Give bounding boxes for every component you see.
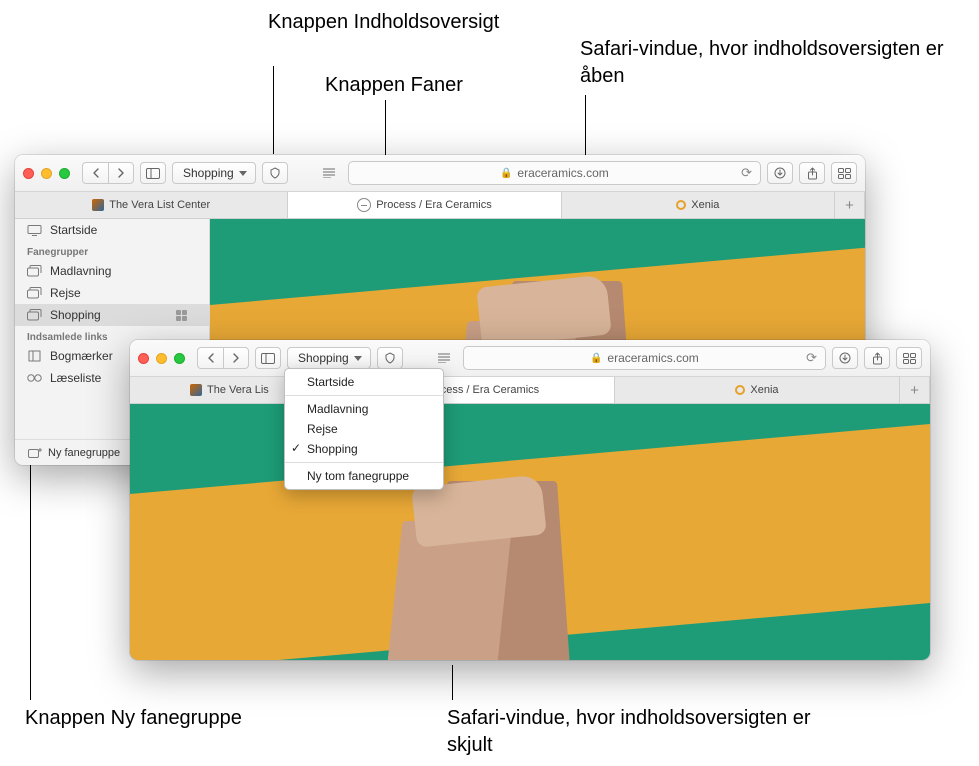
sidebar-item-group[interactable]: Shopping bbox=[15, 304, 209, 326]
dropdown-item-group[interactable]: Rejse bbox=[285, 419, 443, 439]
back-button[interactable] bbox=[197, 347, 223, 369]
callout-line bbox=[30, 460, 31, 700]
back-button[interactable] bbox=[82, 162, 108, 184]
zoom-window-button[interactable] bbox=[174, 353, 185, 364]
dropdown-item-new-empty[interactable]: Ny tom fanegruppe bbox=[285, 466, 443, 486]
minimize-window-button[interactable] bbox=[41, 168, 52, 179]
sidebar-label: Shopping bbox=[50, 308, 101, 322]
tab-label: The Vera Lis bbox=[207, 384, 269, 396]
sidebar-groups-header: Fanegrupper bbox=[15, 241, 209, 260]
chevron-down-icon bbox=[239, 171, 247, 176]
favicon-icon bbox=[357, 198, 371, 212]
dropdown-item-group[interactable]: Madlavning bbox=[285, 399, 443, 419]
start-icon bbox=[27, 224, 42, 237]
new-tab-button[interactable]: + bbox=[835, 192, 865, 218]
lock-icon: 🔒 bbox=[500, 168, 512, 179]
safari-window-sidebar-hidden: Shopping 🔒 eraceramics.com ⟳ The Vera Li… bbox=[130, 340, 930, 660]
tabgroup-picker[interactable]: Shopping bbox=[172, 162, 256, 184]
minimize-window-button[interactable] bbox=[156, 353, 167, 364]
privacy-report-button[interactable] bbox=[377, 347, 403, 369]
tabgroup-dropdown: Startside Madlavning Rejse Shopping Ny t… bbox=[284, 368, 444, 490]
address-text: eraceramics.com bbox=[517, 166, 608, 180]
tabgroup-picker[interactable]: Shopping bbox=[287, 347, 371, 369]
tab-era[interactable]: Process / Era Ceramics bbox=[288, 192, 561, 218]
toolbar: Shopping 🔒 eraceramics.com ⟳ bbox=[130, 340, 930, 377]
downloads-button[interactable] bbox=[767, 162, 793, 184]
tab-overview-button[interactable] bbox=[831, 162, 857, 184]
tab-bar: The Vera Lis Process / Era Ceramics Xeni… bbox=[130, 377, 930, 404]
close-window-button[interactable] bbox=[23, 168, 34, 179]
plus-icon bbox=[27, 446, 42, 459]
sidebar-item-group[interactable]: Madlavning bbox=[15, 260, 209, 282]
dropdown-item-group[interactable]: Shopping bbox=[285, 439, 443, 459]
tab-label: Xenia bbox=[750, 384, 778, 396]
forward-button[interactable] bbox=[223, 347, 249, 369]
address-text: eraceramics.com bbox=[607, 351, 698, 365]
dropdown-item-start[interactable]: Startside bbox=[285, 372, 443, 392]
new-tabgroup-label: Ny fanegruppe bbox=[48, 447, 120, 459]
separator bbox=[285, 395, 443, 396]
sidebar-label: Læseliste bbox=[50, 371, 101, 385]
sidebar-toggle-button[interactable] bbox=[140, 162, 166, 184]
tab-xenia[interactable]: Xenia bbox=[562, 192, 835, 218]
sidebar-toggle-button[interactable] bbox=[255, 347, 281, 369]
lock-icon: 🔒 bbox=[590, 353, 602, 364]
zoom-window-button[interactable] bbox=[59, 168, 70, 179]
readinglist-icon bbox=[27, 372, 42, 385]
tabgroup-label: Shopping bbox=[298, 351, 349, 365]
tabgroup-icon bbox=[27, 265, 42, 278]
sidebar-label: Bogmærker bbox=[50, 349, 113, 363]
grid-icon[interactable] bbox=[176, 310, 187, 321]
chevron-down-icon bbox=[354, 356, 362, 361]
close-window-button[interactable] bbox=[138, 353, 149, 364]
share-button[interactable] bbox=[799, 162, 825, 184]
tab-xenia[interactable]: Xenia bbox=[615, 377, 900, 403]
tab-vera[interactable]: The Vera List Center bbox=[15, 192, 288, 218]
reader-button[interactable] bbox=[316, 162, 342, 184]
favicon-icon bbox=[676, 200, 686, 210]
callout-window-open: Safari-vindue, hvor indholdsoversigten e… bbox=[580, 36, 979, 90]
window-controls bbox=[23, 168, 70, 179]
address-bar[interactable]: 🔒 eraceramics.com ⟳ bbox=[463, 346, 826, 370]
page-content bbox=[130, 404, 930, 660]
callout-content-overview: Knappen Indholdsoversigt bbox=[268, 9, 499, 36]
callout-line bbox=[452, 665, 453, 700]
callout-line bbox=[585, 95, 586, 155]
tabgroup-icon bbox=[27, 309, 42, 322]
bookmarks-icon bbox=[27, 350, 42, 363]
reload-icon[interactable]: ⟳ bbox=[806, 350, 817, 366]
sidebar-item-group[interactable]: Rejse bbox=[15, 282, 209, 304]
tab-label: Xenia bbox=[691, 199, 719, 211]
favicon-icon bbox=[735, 385, 745, 395]
forward-button[interactable] bbox=[108, 162, 134, 184]
callout-line bbox=[273, 66, 274, 154]
toolbar: Shopping 🔒 eraceramics.com ⟳ bbox=[15, 155, 865, 192]
tab-overview-button[interactable] bbox=[896, 347, 922, 369]
downloads-button[interactable] bbox=[832, 347, 858, 369]
address-bar[interactable]: 🔒 eraceramics.com ⟳ bbox=[348, 161, 761, 185]
share-button[interactable] bbox=[864, 347, 890, 369]
tab-label: The Vera List Center bbox=[109, 199, 210, 211]
separator bbox=[285, 462, 443, 463]
callout-tabs-button: Knappen Faner bbox=[325, 72, 463, 99]
sidebar-item-start[interactable]: Startside bbox=[15, 219, 209, 241]
tabgroup-label: Shopping bbox=[183, 166, 234, 180]
callout-new-group: Knappen Ny fanegruppe bbox=[25, 705, 242, 732]
reader-button[interactable] bbox=[431, 347, 457, 369]
sidebar-label: Madlavning bbox=[50, 264, 111, 278]
favicon-icon bbox=[190, 384, 202, 396]
tab-label: Process / Era Ceramics bbox=[376, 199, 492, 211]
reload-icon[interactable]: ⟳ bbox=[741, 165, 752, 181]
sidebar-label: Startside bbox=[50, 223, 97, 237]
callout-window-hidden: Safari-vindue, hvor indholdsoversigten e… bbox=[447, 705, 847, 759]
sidebar-label: Rejse bbox=[50, 286, 81, 300]
favicon-icon bbox=[92, 199, 104, 211]
new-tab-button[interactable]: + bbox=[900, 377, 930, 403]
tab-bar: The Vera List Center Process / Era Ceram… bbox=[15, 192, 865, 219]
tabgroup-icon bbox=[27, 287, 42, 300]
window-controls bbox=[138, 353, 185, 364]
privacy-report-button[interactable] bbox=[262, 162, 288, 184]
